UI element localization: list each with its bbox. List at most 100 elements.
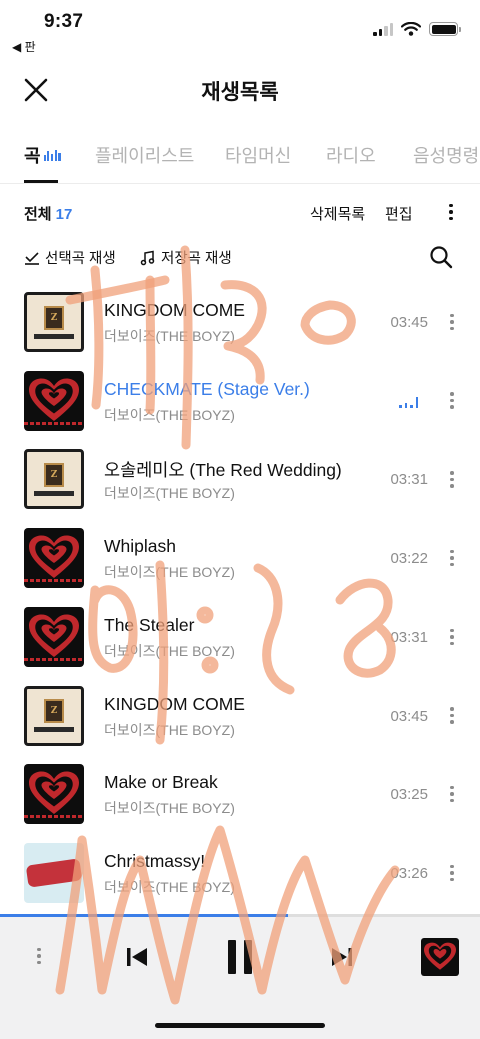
tab-bar: 곡 플레이리스트 타임머신 라디오 음성명령: [0, 128, 480, 184]
song-artist: 더보이즈(THE BOYZ): [104, 878, 235, 895]
search-button[interactable]: [428, 244, 454, 270]
christmas-logo-icon: [25, 858, 83, 888]
song-title: KINGDOM COME: [104, 300, 245, 320]
song-more-button[interactable]: [442, 465, 462, 493]
now-playing-equalizer-icon: [399, 396, 418, 408]
progress-bar[interactable]: [0, 914, 480, 917]
active-tab-indicator: [24, 180, 58, 183]
total-count-number: 17: [55, 206, 73, 223]
song-artist: 더보이즈(THE BOYZ): [104, 721, 235, 738]
heart-art-icon: [424, 942, 456, 970]
play-saved-label: 저장곡 재생: [161, 251, 232, 267]
tab-songs[interactable]: 곡: [24, 142, 61, 168]
song-more-button[interactable]: [442, 859, 462, 887]
song-artist: 더보이즈(THE BOYZ): [104, 328, 235, 344]
song-artist: 더보이즈(THE BOYZ): [104, 564, 235, 581]
heart-art-icon: [29, 378, 79, 421]
album-art: Z: [24, 449, 84, 510]
next-track-icon[interactable]: [329, 942, 355, 972]
now-playing-album-art[interactable]: [421, 938, 459, 976]
back-to-app-link[interactable]: ◀ 판: [12, 38, 36, 55]
song-row[interactable]: Make or Break 더보이즈(THE BOYZ) 03:25: [0, 758, 480, 836]
song-title: CHECKMATE (Stage Ver.): [104, 378, 310, 399]
equalizer-icon: [43, 150, 61, 161]
song-more-button[interactable]: [442, 387, 462, 415]
status-icons: [373, 22, 461, 36]
song-more-button[interactable]: [442, 702, 462, 730]
play-selected-label: 선택곡 재생: [45, 251, 116, 267]
emblem-icon: Z: [44, 305, 64, 330]
song-duration: 03:31: [390, 628, 428, 646]
song-duration: 03:22: [390, 550, 428, 568]
song-title: The Stealer: [104, 614, 195, 635]
song-title: Whiplash: [104, 536, 176, 557]
song-artist: 더보이즈(THE BOYZ): [104, 406, 235, 423]
album-art: [24, 528, 84, 589]
cellular-signal-icon: [373, 22, 393, 36]
caption-bar: [34, 333, 74, 339]
song-duration: 03:45: [390, 314, 428, 331]
song-duration: 03:45: [390, 707, 428, 725]
list-toolbar: 전체 17 삭제목록 편집: [0, 194, 480, 230]
album-art: [24, 606, 84, 667]
player-menu-button[interactable]: [29, 942, 49, 970]
search-icon: [430, 246, 453, 269]
song-title: KINGDOM COME: [104, 693, 245, 714]
edit-button[interactable]: 편집: [385, 203, 413, 224]
tab-label: 곡: [24, 146, 41, 166]
song-row[interactable]: Christmassy! 더보이즈(THE BOYZ) 03:26: [0, 837, 480, 915]
previous-track-icon[interactable]: [124, 942, 150, 972]
deleted-list-button[interactable]: 삭제목록: [310, 203, 365, 224]
home-indicator: [155, 1023, 325, 1028]
song-row[interactable]: Z KINGDOM COME 더보이즈(THE BOYZ) 03:45: [0, 286, 480, 364]
song-duration: 03:26: [390, 864, 428, 882]
header: 재생목록: [0, 60, 480, 118]
song-row[interactable]: Z 오솔레미오 (The Red Wedding) 더보이즈(THE BOYZ) 03…: [0, 443, 480, 521]
heart-art-icon: [29, 614, 79, 657]
song-row[interactable]: CHECKMATE (Stage Ver.) 더보이즈(THE BOYZ): [0, 365, 480, 443]
status-bar: 9:37 ◀ 판: [0, 0, 480, 56]
check-play-icon: [25, 251, 39, 265]
album-art: [24, 764, 84, 825]
song-more-button[interactable]: [442, 780, 462, 808]
music-note-icon: [140, 250, 155, 265]
total-count: 전체 17: [24, 203, 72, 224]
album-art: [24, 370, 84, 431]
page-title: 재생목록: [201, 81, 279, 104]
tab-playlist[interactable]: 플레이리스트: [95, 142, 194, 168]
song-title: Make or Break: [104, 772, 218, 793]
song-row[interactable]: The Stealer 더보이즈(THE BOYZ) 03:31: [0, 601, 480, 679]
pause-icon[interactable]: [224, 938, 256, 976]
album-art: Z: [24, 292, 84, 352]
mini-player: [0, 914, 480, 1039]
total-label: 전체: [24, 206, 52, 223]
heart-art-icon: [29, 771, 79, 815]
tab-voice-command[interactable]: 음성명령: [413, 142, 479, 168]
tab-timemachine[interactable]: 타임머신: [225, 142, 291, 168]
tab-radio[interactable]: 라디오: [326, 142, 376, 168]
battery-icon: [429, 22, 461, 36]
emblem-icon: Z: [44, 699, 64, 723]
heart-art-icon: [29, 535, 79, 579]
song-more-button[interactable]: [442, 308, 462, 336]
song-row[interactable]: Z KINGDOM COME 더보이즈(THE BOYZ) 03:45: [0, 680, 480, 758]
song-artist: 더보이즈(THE BOYZ): [104, 485, 235, 502]
more-options-button[interactable]: [441, 198, 461, 226]
song-more-button[interactable]: [442, 544, 462, 572]
song-title: 오솔레미오 (The Red Wedding): [104, 460, 342, 481]
song-title: Christmassy!: [104, 850, 206, 871]
status-time: 9:37: [44, 11, 84, 32]
song-duration: 03:31: [390, 471, 428, 489]
play-actions: 선택곡 재생 저장곡 재생: [0, 240, 480, 276]
wifi-icon: [401, 22, 421, 36]
song-duration: 03:25: [390, 786, 428, 804]
song-artist: 더보이즈(THE BOYZ): [104, 800, 235, 817]
play-saved-button[interactable]: 저장곡 재생: [140, 247, 232, 268]
play-selected-button[interactable]: 선택곡 재생: [24, 247, 116, 268]
caption-bar: [34, 490, 74, 496]
emblem-icon: Z: [44, 462, 64, 487]
album-art: [24, 842, 84, 903]
album-art: Z: [24, 685, 84, 746]
song-more-button[interactable]: [442, 623, 462, 651]
song-row[interactable]: Whiplash 더보이즈(THE BOYZ) 03:22: [0, 522, 480, 600]
